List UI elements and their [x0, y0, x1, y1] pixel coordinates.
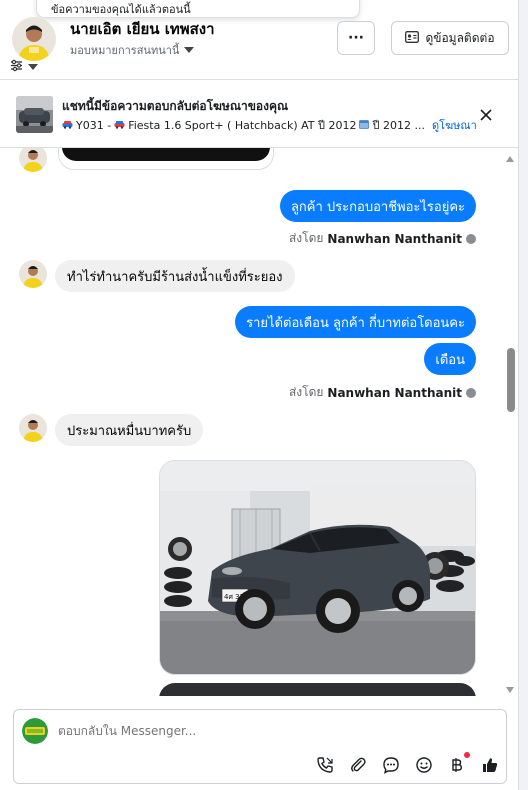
info-icon[interactable] — [466, 387, 476, 398]
car-icon — [114, 119, 125, 132]
sent-by-prefix: ส่งโดย — [288, 231, 324, 245]
message-bubble-incoming: ประมาณหมื่นบาทครับ — [55, 414, 204, 446]
ad-model: Fiesta 1.6 Sport+ ( Hatchback) AT ปี 201… — [128, 119, 357, 132]
reply-input[interactable] — [58, 724, 358, 738]
car-icon — [62, 119, 73, 132]
customer-avatar — [19, 148, 47, 172]
ad-reply-banner: แชทนี้มีข้อความตอบกลับต่อโฆษณาของคุณ Y03… — [0, 80, 518, 148]
ad-year: ปี 2012 ... — [372, 119, 425, 132]
composer-toolbar — [314, 752, 501, 776]
ad-thumbnail — [16, 96, 53, 133]
message-thread: ลูกค้า ประกอบอาชีพอะไรอยู่คะ ส่งโดย Nanw… — [0, 148, 504, 696]
filter-dropdown[interactable] — [10, 57, 38, 76]
thumbs-up-icon[interactable] — [479, 754, 501, 776]
chevron-down-icon — [184, 47, 195, 53]
customer-avatar — [19, 260, 47, 288]
saved-replies-icon[interactable] — [380, 754, 402, 776]
emoji-icon[interactable] — [413, 754, 435, 776]
assign-conversation-dropdown[interactable]: มอบหมายการสนทนานี้ — [70, 41, 195, 59]
sliders-icon — [10, 57, 23, 76]
sender-name: Nanwhan Nanthanit — [327, 385, 462, 400]
calendar-icon — [359, 119, 370, 132]
customer-avatar — [19, 414, 47, 442]
info-icon[interactable] — [466, 233, 476, 244]
more-options-button[interactable]: ··· — [337, 21, 375, 55]
contact-card-icon — [405, 30, 420, 46]
chat-scrollbar[interactable] — [504, 148, 518, 696]
message-bubble-outgoing: เดือน — [424, 343, 476, 375]
toast-notification: ข้อความของคุณได้แล้วตอนนี้ — [36, 0, 360, 18]
message-bubble-incoming: ทำไร่ทำนาครับมีร้านส่งน้ำแข็งที่ระยอง — [55, 260, 295, 292]
view-ad-link[interactable]: ดูโฆษณา — [432, 116, 477, 134]
payment-baht-icon[interactable] — [446, 752, 470, 776]
message-bubble-outgoing: ลูกค้า ประกอบอาชีพอะไรอยู่คะ — [279, 190, 476, 222]
scroll-down-arrow-icon[interactable] — [506, 687, 514, 693]
sent-by-prefix: ส่งโดย — [288, 385, 324, 399]
messenger-inbox-panel: ข้อความของคุณได้แล้วตอนนี้ นายเอิต เยียน… — [0, 0, 528, 790]
view-contact-info-button[interactable]: ดูข้อมูลติดต่อ — [391, 21, 509, 55]
contact-avatar[interactable] — [12, 17, 56, 61]
reply-composer — [13, 709, 507, 784]
panel-edge — [518, 0, 528, 790]
close-icon[interactable] — [476, 105, 496, 125]
media-attachment[interactable] — [58, 148, 274, 170]
sent-by-label: ส่งโดย Nanwhan Nanthanit — [289, 229, 476, 248]
page-avatar — [22, 718, 48, 744]
car-photo-attachment[interactable] — [159, 683, 476, 696]
notification-dot — [464, 752, 470, 758]
paperclip-icon[interactable] — [347, 754, 369, 776]
ad-banner-title: แชทนี้มีข้อความตอบกลับต่อโฆษณาของคุณ — [62, 99, 289, 113]
sent-by-label: ส่งโดย Nanwhan Nanthanit — [289, 383, 476, 402]
scrollbar-thumb[interactable] — [507, 348, 515, 412]
contact-name: นายเอิต เยียน เทพสงา — [70, 20, 215, 38]
car-photo-attachment[interactable]: 4ศ 3742 — [159, 460, 476, 675]
contact-info-label: ดูข้อมูลติดต่อ — [425, 30, 495, 45]
phone-call-icon[interactable] — [314, 754, 336, 776]
ad-details: Y031 - Fiesta 1.6 Sport+ ( Hatchback) AT… — [62, 116, 477, 134]
ad-code: Y031 - — [76, 118, 112, 132]
scroll-up-arrow-icon[interactable] — [506, 156, 514, 162]
message-bubble-outgoing: รายได้ต่อเดือน ลูกค้า กี่บาทต่อโดอนคะ — [235, 306, 476, 338]
sender-name: Nanwhan Nanthanit — [327, 231, 462, 246]
chevron-down-icon — [28, 63, 38, 70]
conversation-header: ข้อความของคุณได้แล้วตอนนี้ นายเอิต เยียน… — [0, 0, 518, 80]
assign-label: มอบหมายการสนทนานี้ — [70, 44, 180, 57]
